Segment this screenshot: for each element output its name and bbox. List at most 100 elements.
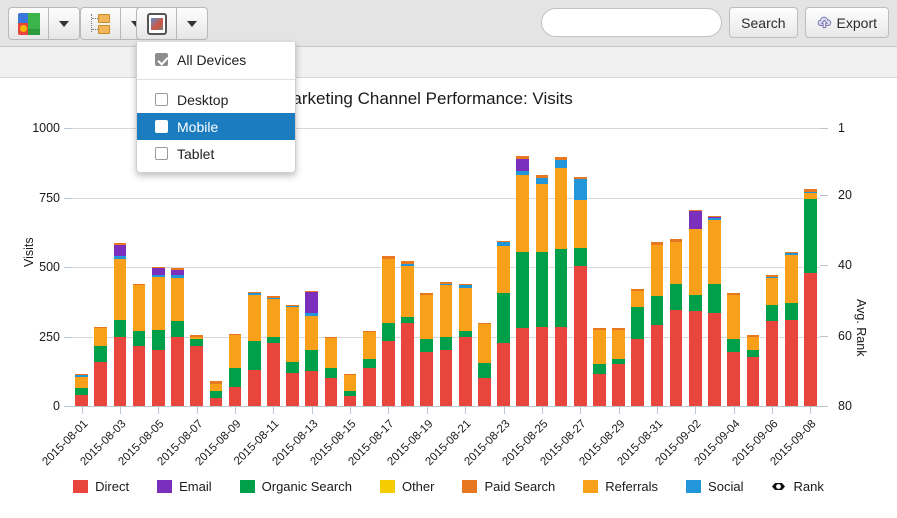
bar-segment[interactable] [670,239,683,242]
menu-item-desktop[interactable]: Desktop [137,86,295,113]
bar[interactable] [612,328,625,406]
bar[interactable] [344,374,357,406]
bar-segment[interactable] [420,352,433,406]
bar-segment[interactable] [727,352,740,406]
bar-segment[interactable] [593,330,606,365]
bar-segment[interactable] [766,278,779,304]
bar-segment[interactable] [631,339,644,406]
bar[interactable] [286,305,299,406]
bar-segment[interactable] [689,311,702,406]
bar-segment[interactable] [75,377,88,388]
bar-segment[interactable] [401,264,414,265]
bar-segment[interactable] [708,217,721,218]
bar-segment[interactable] [305,292,318,313]
bar[interactable] [210,381,223,406]
bar-segment[interactable] [478,378,491,406]
bar-segment[interactable] [420,339,433,352]
legend-item[interactable]: Paid Search [462,479,555,494]
bar-segment[interactable] [190,335,203,336]
bar-segment[interactable] [536,327,549,406]
bar-segment[interactable] [536,184,549,252]
bar-segment[interactable] [114,245,127,256]
bar-segment[interactable] [747,337,760,351]
bar[interactable] [516,156,529,406]
bar-segment[interactable] [305,316,318,351]
bar-segment[interactable] [229,334,242,335]
bar-segment[interactable] [459,337,472,407]
bar-segment[interactable] [785,303,798,320]
bar-segment[interactable] [440,284,453,285]
bar-segment[interactable] [516,328,529,406]
bar-segment[interactable] [363,332,376,358]
bar-segment[interactable] [286,307,299,361]
bar-segment[interactable] [325,378,338,406]
bar-segment[interactable] [497,343,510,406]
bar-segment[interactable] [133,331,146,346]
bar[interactable] [593,328,606,406]
bar-segment[interactable] [670,310,683,406]
bar[interactable] [804,189,817,406]
bar-segment[interactable] [555,327,568,406]
bar-segment[interactable] [229,368,242,386]
bar[interactable] [133,284,146,406]
bar-segment[interactable] [382,341,395,406]
bar-segment[interactable] [689,295,702,312]
bar[interactable] [651,242,664,406]
bar-segment[interactable] [305,291,318,292]
bar-segment[interactable] [459,285,472,288]
bar[interactable] [747,335,760,406]
bar-segment[interactable] [574,200,587,247]
bar[interactable] [555,157,568,406]
bar-segment[interactable] [325,338,338,369]
bar[interactable] [94,327,107,406]
bar-segment[interactable] [440,350,453,406]
bar-segment[interactable] [689,210,702,211]
bar[interactable] [689,210,702,406]
menu-item-mobile[interactable]: Mobile [137,113,295,140]
bar-segment[interactable] [708,220,721,284]
legend-item[interactable]: Other [380,479,435,494]
bar-segment[interactable] [804,189,817,192]
bar-segment[interactable] [382,256,395,259]
bar-segment[interactable] [267,337,280,344]
checkbox-icon[interactable] [155,120,168,133]
bar-segment[interactable] [267,299,280,337]
bar-segment[interactable] [631,307,644,339]
bar-segment[interactable] [574,179,587,200]
bar-segment[interactable] [171,278,184,321]
bar-segment[interactable] [94,327,107,328]
bar-segment[interactable] [497,241,510,242]
bar-segment[interactable] [708,313,721,406]
bar-segment[interactable] [727,293,740,294]
bar-segment[interactable] [440,285,453,336]
bar-segment[interactable] [459,288,472,331]
bar-segment[interactable] [114,243,127,244]
bar-segment[interactable] [766,321,779,406]
bar-segment[interactable] [133,285,146,331]
legend-item[interactable]: Rank [771,479,823,494]
bar-segment[interactable] [612,330,625,359]
bar[interactable] [363,331,376,406]
bar-segment[interactable] [363,331,376,332]
bar-segment[interactable] [248,292,261,293]
checkbox-icon[interactable] [155,93,168,106]
bar-segment[interactable] [210,384,223,391]
bar-segment[interactable] [631,289,644,290]
bar-segment[interactable] [114,256,127,259]
bar[interactable] [420,293,433,406]
bar-segment[interactable] [133,346,146,406]
bar-segment[interactable] [152,268,165,275]
bar[interactable] [401,261,414,406]
bar[interactable] [114,243,127,406]
bar-segment[interactable] [497,242,510,246]
bar[interactable] [229,334,242,406]
bar-segment[interactable] [114,320,127,337]
bar-segment[interactable] [382,323,395,341]
bar-segment[interactable] [804,273,817,406]
bar-segment[interactable] [536,252,549,327]
bar-segment[interactable] [478,324,491,363]
legend-item[interactable]: Social [686,479,743,494]
bar-segment[interactable] [766,275,779,276]
bar-segment[interactable] [785,255,798,304]
bar-segment[interactable] [574,266,587,406]
